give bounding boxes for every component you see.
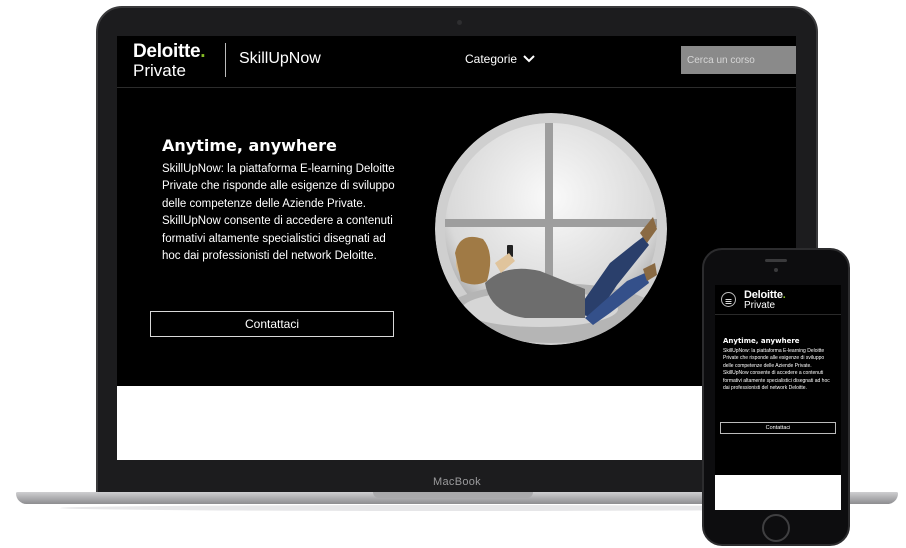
laptop-camera (457, 20, 462, 25)
phone-logo-subtitle: Private (744, 300, 776, 311)
header-divider (225, 43, 226, 77)
categories-menu[interactable]: Categorie (465, 52, 535, 66)
phone-deloitte-private-logo[interactable]: Deloitte. Private (744, 290, 786, 311)
device-mockup: Deloitte. Private SkillUpNow Categorie A… (0, 0, 906, 548)
phone-frame: Deloitte. Private Anytime, anywhere Skil… (702, 248, 850, 546)
woman-reading-phone-image (435, 113, 667, 345)
categories-label: Categorie (465, 52, 518, 66)
phone-hero-description: SkillUpNow: la piattaforma E-learning De… (723, 348, 830, 392)
home-button[interactable] (762, 514, 790, 542)
hero-photo (435, 113, 667, 345)
hero-description: SkillUpNow: la piattaforma E-learning De… (162, 163, 395, 263)
phone-content-area-white (715, 475, 841, 510)
phone-screen: Deloitte. Private Anytime, anywhere Skil… (715, 285, 841, 510)
hero-title: Anytime, anywhere (162, 136, 337, 155)
phone-speaker (765, 259, 787, 262)
search-input[interactable] (681, 46, 796, 74)
logo-subtitle: Private (133, 61, 186, 80)
chevron-down-icon (523, 55, 535, 63)
content-area-white (117, 386, 796, 460)
laptop-screen: Deloitte. Private SkillUpNow Categorie A… (117, 36, 796, 460)
menu-icon[interactable] (721, 292, 736, 307)
site-header: Deloitte. Private SkillUpNow Categorie (117, 36, 796, 88)
phone-camera (774, 268, 778, 272)
product-name[interactable]: SkillUpNow (239, 50, 321, 68)
contact-button[interactable]: Contattaci (150, 311, 394, 337)
deloitte-private-logo[interactable]: Deloitte. Private (133, 41, 206, 80)
laptop-notch (373, 492, 533, 498)
phone-hero-title: Anytime, anywhere (723, 337, 800, 345)
phone-contact-button[interactable]: Contattaci (720, 422, 836, 434)
logo-name: Deloitte. (133, 41, 206, 62)
phone-header: Deloitte. Private (715, 285, 841, 315)
